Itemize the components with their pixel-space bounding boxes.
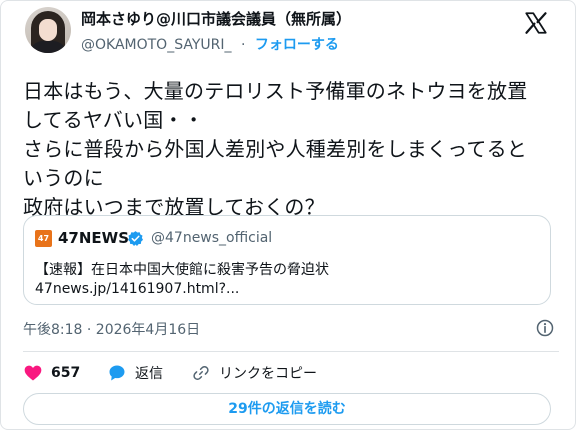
reply-button[interactable]: 返信 (107, 363, 163, 383)
read-replies-button[interactable]: 29件の返信を読む (23, 393, 551, 425)
tweet-line: いうのに (23, 166, 104, 190)
author-handle[interactable]: @OKAMOTO_SAYURI_ (81, 37, 232, 53)
tweet-line: さらに普段から外国人差別や人種差別をしまくってると (23, 137, 527, 161)
follow-button[interactable]: フォローする (255, 37, 339, 53)
author-handle-line: @OKAMOTO_SAYURI_ · フォローする (81, 34, 339, 54)
quote-headline: 【速報】在日本中国大使館に殺害予告の脅迫状 (35, 262, 329, 278)
reply-label: 返信 (135, 366, 163, 382)
handle-separator: · (240, 37, 246, 53)
avatar[interactable] (25, 7, 71, 53)
quote-author-handle: @47news_official (151, 230, 273, 246)
like-button[interactable]: 657 (23, 363, 80, 383)
heart-icon (24, 365, 42, 381)
quote-card[interactable]: 47 47NEWS @47news_official 【速報】在日本中国大使館に… (23, 215, 551, 305)
avatar-face (39, 19, 57, 41)
tweet-line: 日本はもう、大量のテロリスト予備軍のネトウヨを放置 (23, 79, 528, 103)
tweet-card: 岡本さゆり@川口市議会議員（無所属） @OKAMOTO_SAYURI_ · フォ… (0, 0, 576, 430)
like-count: 657 (51, 365, 81, 381)
reply-bubble-icon (109, 365, 125, 381)
author-display-name[interactable]: 岡本さゆり@川口市議会議員（無所属） (81, 8, 351, 29)
tweet-line: してるヤバい国・・ (23, 108, 204, 132)
info-icon[interactable] (535, 318, 555, 338)
divider (23, 351, 559, 352)
copy-link-label: リンクをコピー (219, 366, 317, 382)
copy-link-button[interactable]: リンクをコピー (191, 363, 317, 383)
avatar-body (29, 41, 67, 53)
x-logo-icon[interactable] (523, 10, 549, 36)
tweet-text: 日本はもう、大量のテロリスト予備軍のネトウヨを放置 してるヤバい国・・ さらに普… (23, 77, 563, 222)
quote-link[interactable]: 47news.jp/14161907.html?... (35, 281, 239, 297)
verified-badge-icon (127, 231, 144, 246)
link-icon (193, 366, 209, 380)
47news-logo-icon: 47 (35, 230, 52, 247)
tweet-timestamp[interactable]: 午後8:18 · 2026年4月16日 (23, 319, 200, 339)
quote-author-name[interactable]: 47NEWS (58, 229, 129, 247)
